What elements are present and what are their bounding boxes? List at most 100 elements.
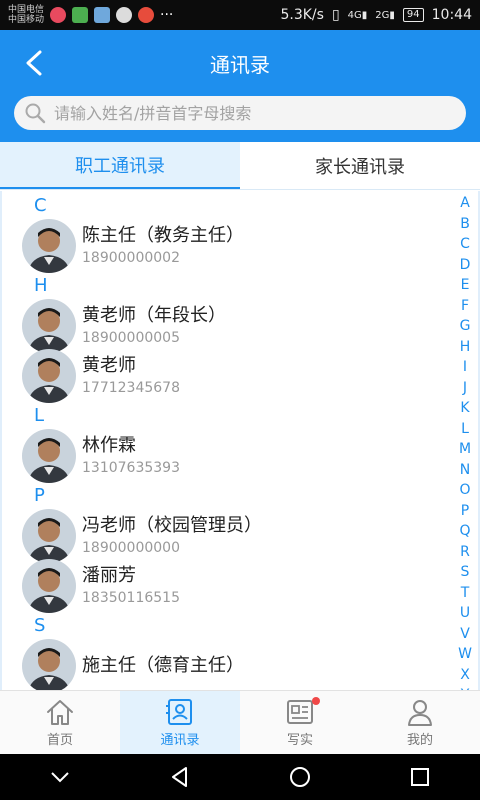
contact-phone: 18900000005 — [82, 330, 180, 346]
carrier-1: 中国电信 — [8, 5, 45, 15]
back-icon[interactable] — [20, 48, 50, 78]
contact-list[interactable]: C 陈主任（教务主任） 18900000002 H 黄老师（年段长） 18900… — [0, 191, 480, 690]
index-letter[interactable]: V — [460, 624, 470, 645]
contact-phone: 18350116515 — [82, 590, 180, 606]
index-letter[interactable]: P — [461, 501, 469, 522]
index-letter[interactable]: D — [460, 255, 471, 276]
contact-item[interactable]: 林作霖 13107635393 — [2, 429, 478, 483]
search-box[interactable] — [14, 96, 466, 130]
nav-record-label: 写实 — [286, 733, 313, 748]
net-speed: 5.3K/s — [280, 7, 324, 23]
index-letter[interactable]: K — [460, 398, 469, 419]
notification-icon-4 — [138, 7, 155, 23]
back-triangle-icon[interactable] — [167, 764, 193, 790]
avatar — [22, 299, 76, 353]
index-letter[interactable]: E — [461, 275, 470, 296]
contact-item[interactable]: 施主任（德育主任） — [2, 639, 478, 690]
nav-record[interactable]: 写实 — [240, 691, 360, 754]
contact-item[interactable]: 黄老师（年段长） 18900000005 — [2, 299, 478, 353]
index-letter[interactable]: G — [460, 316, 471, 337]
index-letter[interactable]: W — [458, 644, 472, 665]
avatar — [22, 349, 76, 403]
message-icon — [116, 7, 133, 23]
contact-name: 林作霖 — [82, 435, 136, 456]
notification-icon-3 — [94, 7, 111, 23]
contact-phone: 13107635393 — [82, 460, 180, 476]
index-letter[interactable]: S — [461, 562, 470, 583]
home-icon — [47, 700, 73, 725]
search-input[interactable] — [54, 103, 466, 123]
more-notifications-icon: ··· — [160, 7, 174, 23]
contact-name: 黄老师（年段长） — [82, 305, 226, 326]
clock: 10:44 — [431, 7, 472, 23]
index-letter[interactable]: B — [460, 214, 470, 235]
index-letter[interactable]: U — [460, 603, 470, 624]
section-header-s: S — [34, 615, 46, 636]
signal-2g-icon: 2G▮ — [375, 9, 395, 21]
contact-name: 潘丽芳 — [82, 565, 136, 586]
index-letter[interactable]: Q — [459, 521, 470, 542]
notification-badge — [312, 697, 320, 705]
index-letter[interactable]: I — [463, 357, 467, 378]
contact-item[interactable]: 冯老师（校园管理员） 18900000000 — [2, 509, 478, 563]
contact-phone: 17712345678 — [82, 380, 180, 396]
contacts-icon — [166, 699, 192, 725]
avatar — [22, 429, 76, 483]
index-letter[interactable]: J — [463, 378, 467, 399]
contact-item[interactable]: 陈主任（教务主任） 18900000002 — [2, 219, 478, 273]
tab-bar: 职工通讯录 家长通讯录 — [0, 142, 480, 190]
index-letter[interactable]: O — [459, 480, 470, 501]
index-letter[interactable]: T — [461, 583, 470, 604]
contact-name: 黄老师 — [82, 355, 136, 376]
nav-profile[interactable]: 我的 — [360, 691, 480, 754]
search-icon — [25, 103, 46, 124]
index-letter[interactable]: R — [460, 542, 470, 563]
battery-icon: 94 — [402, 8, 424, 22]
avatar — [22, 639, 76, 690]
system-nav-bar — [0, 754, 480, 800]
nav-home-label: 首页 — [46, 733, 73, 748]
carrier-2: 中国移动 — [8, 15, 45, 25]
notification-icon-1 — [50, 7, 67, 23]
tab-parent-contacts[interactable]: 家长通讯录 — [240, 142, 480, 189]
contact-name: 冯老师（校园管理员） — [82, 515, 262, 536]
avatar — [22, 509, 76, 563]
contact-name: 陈主任（教务主任） — [82, 225, 244, 246]
home-circle-icon[interactable] — [287, 764, 313, 790]
index-letter[interactable]: F — [461, 296, 469, 317]
notification-icon-2 — [72, 7, 89, 23]
page-title: 通讯录 — [210, 52, 270, 77]
index-letter[interactable]: H — [460, 337, 471, 358]
section-header-p: P — [34, 485, 45, 506]
search-bar — [0, 96, 480, 142]
avatar — [22, 219, 76, 273]
index-letter[interactable]: N — [460, 460, 470, 481]
collapse-icon[interactable] — [47, 764, 73, 790]
status-bar: 中国电信 中国移动 ··· 5.3K/s ▯ 4G▮ 2G▮ 94 10:44 — [0, 0, 480, 30]
bottom-nav: 首页 通讯录 写实 我的 — [0, 690, 480, 754]
contact-phone: 18900000000 — [82, 540, 180, 556]
section-header-c: C — [34, 195, 47, 216]
contact-item[interactable]: 黄老师 17712345678 — [2, 349, 478, 403]
contact-item[interactable]: 潘丽芳 18350116515 — [2, 559, 478, 613]
nav-home[interactable]: 首页 — [0, 691, 120, 754]
avatar — [22, 559, 76, 613]
carrier-info: 中国电信 中国移动 — [8, 5, 44, 25]
status-right: 5.3K/s ▯ 4G▮ 2G▮ 94 10:44 — [280, 7, 472, 23]
status-left: 中国电信 中国移动 ··· — [8, 5, 173, 25]
index-letter[interactable]: X — [460, 665, 470, 686]
signal-4g-icon: 4G▮ — [347, 9, 368, 21]
index-letter[interactable]: L — [461, 419, 469, 440]
alphabet-index[interactable]: ABCDEFGHIJKLMNOPQRSTUVWXY — [454, 193, 476, 706]
index-letter[interactable]: A — [460, 193, 470, 214]
app-header: 通讯录 — [0, 30, 480, 96]
index-letter[interactable]: M — [459, 439, 471, 460]
contact-phone: 18900000002 — [82, 250, 180, 266]
contact-name: 施主任（德育主任） — [82, 655, 244, 676]
section-header-h: H — [34, 275, 48, 296]
nav-profile-label: 我的 — [406, 733, 433, 748]
nav-contacts[interactable]: 通讯录 — [120, 691, 240, 754]
tab-staff-contacts[interactable]: 职工通讯录 — [0, 142, 240, 189]
recents-square-icon[interactable] — [407, 764, 433, 790]
index-letter[interactable]: C — [460, 234, 470, 255]
